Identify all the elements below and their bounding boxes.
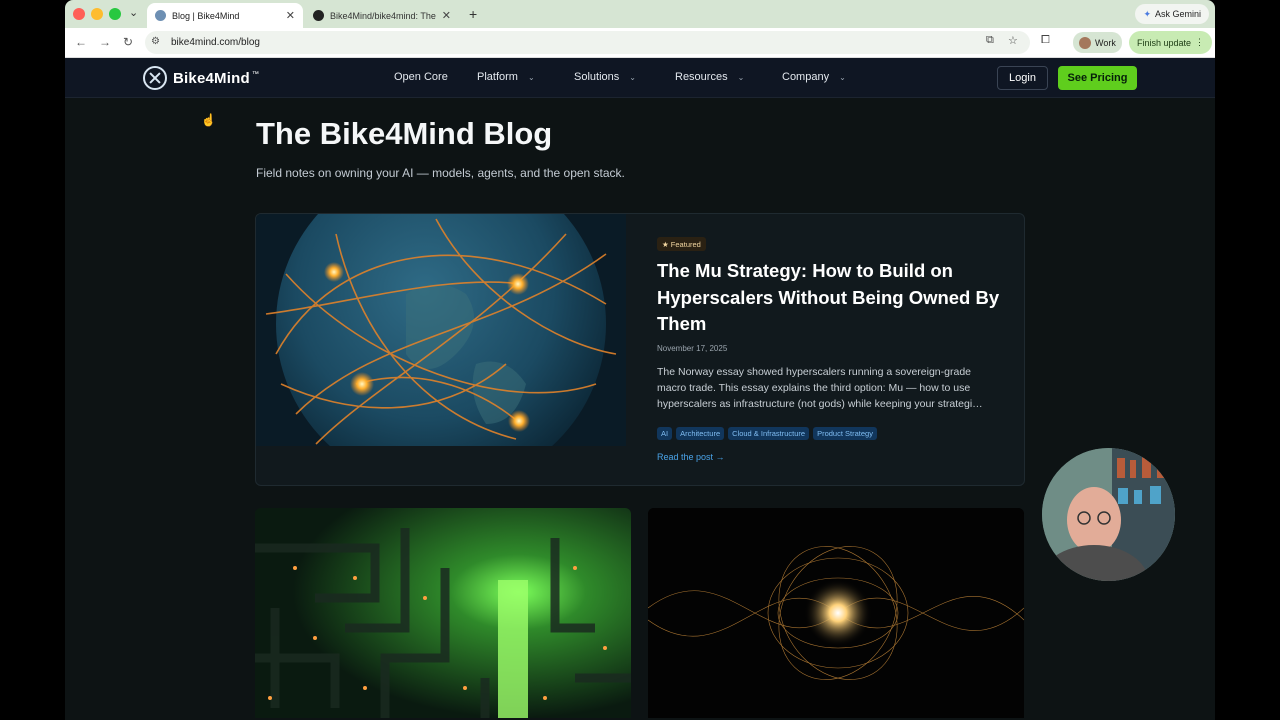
featured-badge: ★ Featured bbox=[657, 237, 706, 251]
avatar bbox=[1079, 36, 1091, 49]
site-header: Bike4Mind ™ Open Core Platform ⌄ Solutio… bbox=[65, 58, 1215, 98]
extensions-puzzle-icon[interactable]: ⧠ bbox=[1041, 34, 1050, 47]
maze-illustration bbox=[255, 508, 631, 718]
site-info-icon[interactable]: ⚙ bbox=[151, 36, 160, 47]
new-tab-plus-icon[interactable]: + bbox=[469, 6, 477, 22]
bike4mind-logo-icon bbox=[143, 66, 167, 90]
read-post-link[interactable]: Read the post → bbox=[657, 452, 725, 462]
tag-product-strategy[interactable]: Product Strategy bbox=[813, 427, 877, 440]
finish-update-label: Finish update bbox=[1137, 37, 1192, 48]
reload-icon[interactable]: ↻ bbox=[123, 35, 133, 49]
profile-button[interactable]: Work bbox=[1073, 32, 1122, 53]
bookmark-star-icon[interactable]: ☆ bbox=[1008, 34, 1018, 47]
trademark-mark: ™ bbox=[251, 70, 259, 78]
tag-ai[interactable]: AI bbox=[657, 427, 673, 440]
kebab-menu-icon: ⋮ bbox=[1195, 37, 1205, 47]
back-arrow-icon[interactable]: ← bbox=[75, 35, 87, 49]
post-title[interactable]: The Mu Strategy: How to Build on Hypersc… bbox=[657, 258, 1007, 338]
mouse-cursor-icon: ☝ bbox=[201, 113, 216, 127]
browser-toolbar: ← → ↻ ⚙ bike4mind.com/blog ⧉ ☆ ⧠ Work Fi… bbox=[65, 28, 1215, 58]
ask-gemini-label: Ask Gemini bbox=[1154, 9, 1201, 19]
address-bar[interactable]: ⚙ bike4mind.com/blog bbox=[145, 31, 1030, 54]
chevron-down-icon: ⌄ bbox=[839, 72, 846, 82]
tab-strip: ⌄ Blog | Bike4Mind ✕ Bike4Mind/bike4mind… bbox=[65, 0, 1215, 28]
orbital-illustration bbox=[648, 508, 1024, 718]
globe-illustration bbox=[256, 214, 626, 446]
tab-title: Blog | Bike4Mind bbox=[172, 10, 240, 21]
maze-post-thumbnail[interactable] bbox=[255, 508, 631, 718]
nav-open-core[interactable]: Open Core bbox=[394, 71, 448, 83]
chevron-down-icon: ⌄ bbox=[629, 72, 636, 82]
close-tab-icon[interactable]: ✕ bbox=[442, 9, 451, 22]
finish-update-button[interactable]: Finish update ⋮ bbox=[1129, 31, 1213, 54]
logo-text: Bike4Mind bbox=[173, 69, 250, 87]
featured-post-card[interactable]: ★ Featured The Mu Strategy: How to Build… bbox=[255, 213, 1025, 486]
tag-cloud-infrastructure[interactable]: Cloud & Infrastructure bbox=[728, 427, 810, 440]
tab-blog[interactable]: Blog | Bike4Mind ✕ bbox=[147, 3, 303, 28]
tab-search-chevron-icon[interactable]: ⌄ bbox=[129, 6, 138, 19]
nav-resources[interactable]: Resources ⌄ bbox=[675, 71, 744, 83]
nav-company[interactable]: Company ⌄ bbox=[782, 71, 846, 83]
nav-label: Company bbox=[782, 71, 830, 83]
globe-network-image[interactable] bbox=[256, 214, 626, 446]
globe-favicon-icon bbox=[155, 10, 166, 21]
nav-solutions[interactable]: Solutions ⌄ bbox=[574, 71, 636, 83]
ask-gemini-button[interactable]: ✦ Ask Gemini bbox=[1135, 4, 1209, 24]
nav-label: Solutions bbox=[574, 71, 620, 83]
nav-label: Resources bbox=[675, 71, 728, 83]
post-date: November 17, 2025 bbox=[657, 344, 728, 353]
presenter-webcam-overlay bbox=[1042, 448, 1175, 581]
page-title: The Bike4Mind Blog bbox=[256, 116, 553, 151]
url-text: bike4mind.com/blog bbox=[171, 37, 260, 48]
close-tab-icon[interactable]: ✕ bbox=[286, 9, 295, 22]
close-window-button[interactable] bbox=[73, 8, 85, 20]
site-logo[interactable]: Bike4Mind ™ bbox=[143, 66, 259, 90]
tab-title: Bike4Mind/bike4mind: The op bbox=[330, 10, 438, 21]
github-favicon-icon bbox=[313, 10, 324, 21]
sparkle-icon: ✦ bbox=[1143, 8, 1151, 19]
nav-platform[interactable]: Platform ⌄ bbox=[477, 71, 535, 83]
page-subtitle: Field notes on owning your AI — models, … bbox=[256, 166, 625, 180]
chevron-down-icon: ⌄ bbox=[737, 72, 745, 82]
nav-label: Platform bbox=[477, 71, 518, 83]
maximize-window-button[interactable] bbox=[109, 8, 121, 20]
presenter-video bbox=[1042, 448, 1175, 581]
forward-arrow-icon[interactable]: → bbox=[99, 35, 111, 49]
orbital-post-thumbnail[interactable] bbox=[648, 508, 1024, 718]
browser-window: ⌄ Blog | Bike4Mind ✕ Bike4Mind/bike4mind… bbox=[65, 0, 1215, 720]
minimize-window-button[interactable] bbox=[91, 8, 103, 20]
tab-github[interactable]: Bike4Mind/bike4mind: The op ✕ bbox=[305, 3, 459, 28]
see-pricing-button[interactable]: See Pricing bbox=[1058, 66, 1137, 90]
tag-architecture[interactable]: Architecture bbox=[676, 427, 725, 440]
post-tags: AI Architecture Cloud & Infrastructure P… bbox=[657, 427, 877, 440]
chevron-down-icon: ⌄ bbox=[527, 72, 535, 82]
install-app-icon[interactable]: ⧉ bbox=[986, 34, 994, 47]
profile-label: Work bbox=[1095, 37, 1116, 48]
nav-label: Open Core bbox=[394, 71, 448, 83]
post-excerpt: The Norway essay showed hyperscalers run… bbox=[657, 366, 983, 410]
login-button[interactable]: Login bbox=[997, 66, 1048, 90]
